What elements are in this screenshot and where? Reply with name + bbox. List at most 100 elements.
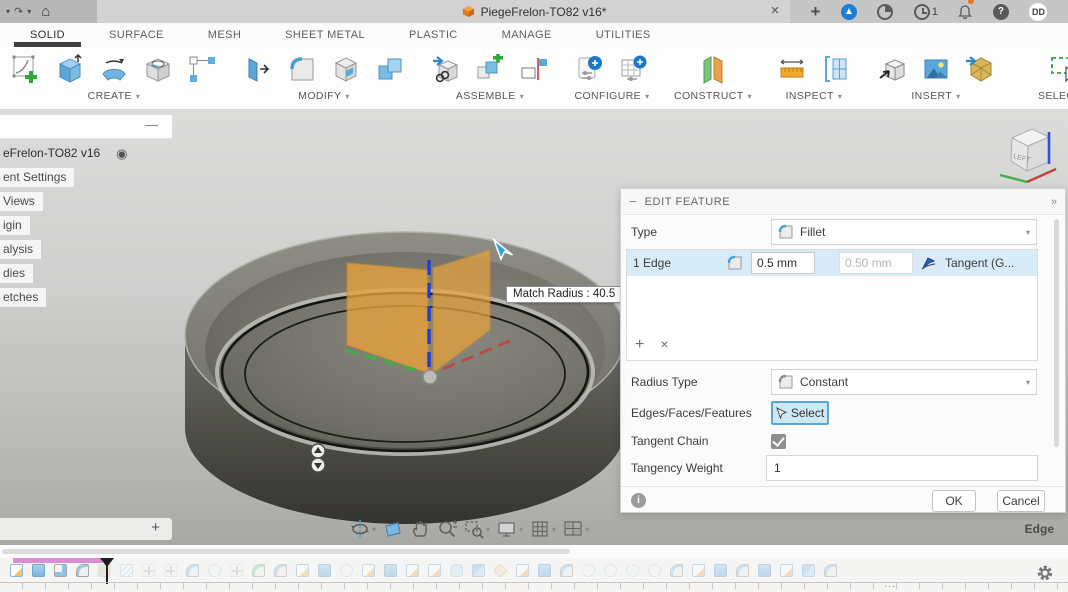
timeline-feature[interactable] xyxy=(582,564,595,577)
timeline-feature[interactable] xyxy=(318,564,331,577)
hole-icon[interactable] xyxy=(142,53,174,85)
revolve-icon[interactable] xyxy=(98,53,130,85)
chevron-down-icon[interactable]: ▾ xyxy=(552,525,556,534)
timeline-feature[interactable] xyxy=(32,564,45,577)
group-modify-label[interactable]: MODIFY xyxy=(298,90,341,102)
configuration-table-icon[interactable] xyxy=(618,53,650,85)
tab-mesh[interactable]: MESH xyxy=(186,23,263,47)
info-icon[interactable]: i xyxy=(631,493,646,508)
timeline-feature[interactable] xyxy=(780,564,793,577)
browser-item-sketches[interactable]: etches xyxy=(0,287,172,307)
timeline-feature[interactable] xyxy=(648,564,661,577)
browser-item-origin[interactable]: igin xyxy=(0,215,172,235)
add-icon[interactable]: + xyxy=(151,519,160,536)
canvas-image-icon[interactable] xyxy=(920,53,952,85)
chevron-down-icon[interactable]: ▾ xyxy=(748,92,752,101)
chevron-down-icon[interactable]: ▾ xyxy=(372,525,376,534)
construct-plane-icon[interactable] xyxy=(697,53,729,85)
timeline-feature[interactable] xyxy=(604,564,617,577)
group-select-label[interactable]: SELECT xyxy=(1038,90,1068,102)
timeline-feature[interactable] xyxy=(120,564,133,577)
chevron-down-icon[interactable]: ▾ xyxy=(519,525,523,534)
display-settings-icon[interactable]: ▾ xyxy=(497,519,523,539)
shell-icon[interactable] xyxy=(330,53,362,85)
timeline-feature[interactable] xyxy=(142,564,155,577)
add-edge-set-icon[interactable]: + xyxy=(635,336,644,354)
joint-icon[interactable] xyxy=(474,53,506,85)
browser-item-bodies[interactable]: dies xyxy=(0,263,172,283)
edge-set-row[interactable]: 1 Edge Tangent (G... xyxy=(627,250,1037,276)
chevron-down-icon[interactable]: ▾ xyxy=(520,92,524,101)
group-construct-label[interactable]: CONSTRUCT xyxy=(674,90,744,102)
insert-mesh-icon[interactable] xyxy=(964,53,996,85)
radius-type-dropdown[interactable]: Constant ▾ xyxy=(771,369,1037,395)
type-dropdown[interactable]: Fillet ▾ xyxy=(771,219,1037,245)
timeline-feature[interactable] xyxy=(274,564,287,577)
timeline-feature[interactable] xyxy=(10,564,23,577)
measure-icon[interactable] xyxy=(776,53,808,85)
timeline-feature[interactable] xyxy=(714,564,727,577)
timeline-feature[interactable] xyxy=(406,564,419,577)
tab-utilities[interactable]: UTILITIES xyxy=(574,23,673,47)
browser-item-named-views[interactable]: Views xyxy=(0,191,172,211)
tangent-chain-checkbox[interactable] xyxy=(771,434,786,449)
pattern-icon[interactable] xyxy=(186,53,218,85)
timeline-ruler[interactable] xyxy=(0,582,1068,592)
avatar[interactable]: DD xyxy=(1029,0,1047,23)
chevron-down-icon[interactable]: ▾ xyxy=(486,525,490,534)
browser-item-document[interactable]: eFrelon-TO82 v16 ◉ xyxy=(0,143,172,163)
orbit-icon[interactable]: ▾ xyxy=(350,519,376,539)
tab-surface[interactable]: SURFACE xyxy=(87,23,186,47)
grid-settings-icon[interactable]: ▾ xyxy=(530,519,556,539)
timeline-feature[interactable] xyxy=(802,564,815,577)
viewcube[interactable]: LEFT xyxy=(992,118,1066,194)
timeline-feature[interactable] xyxy=(736,564,749,577)
timeline-settings-gear-icon[interactable] xyxy=(1036,564,1054,582)
timeline-feature[interactable] xyxy=(670,564,683,577)
fillet-icon[interactable] xyxy=(286,53,318,85)
tab-manage[interactable]: MANAGE xyxy=(480,23,574,47)
radius-secondary-input[interactable] xyxy=(839,252,913,274)
timeline-feature[interactable] xyxy=(384,564,397,577)
radius-input[interactable] xyxy=(751,252,815,274)
zoom-window-icon[interactable]: ▾ xyxy=(464,519,490,539)
timeline-feature[interactable] xyxy=(230,564,243,577)
active-document-radio-icon[interactable]: ◉ xyxy=(116,147,127,160)
timeline-feature[interactable] xyxy=(560,564,573,577)
remove-edge-set-icon[interactable]: × xyxy=(660,336,668,354)
group-inspect-label[interactable]: INSPECT xyxy=(786,90,834,102)
timeline-feature[interactable] xyxy=(54,564,67,577)
look-at-icon[interactable] xyxy=(383,519,403,539)
dialog-scrollbar[interactable] xyxy=(1054,219,1059,447)
chevron-down-icon[interactable]: ▾ xyxy=(956,92,960,101)
timeline-playhead[interactable] xyxy=(100,558,114,584)
extrude-icon[interactable] xyxy=(54,53,86,85)
new-document-icon[interactable]: + xyxy=(810,0,820,23)
timeline-feature[interactable] xyxy=(208,564,221,577)
browser-item-analysis[interactable]: alysis xyxy=(0,239,172,259)
timeline-feature[interactable] xyxy=(824,564,837,577)
timeline-feature[interactable] xyxy=(516,564,529,577)
bell-icon[interactable] xyxy=(958,0,972,23)
timeline-feature[interactable] xyxy=(538,564,551,577)
timeline-feature[interactable] xyxy=(340,564,353,577)
timeline-hscrollbar[interactable] xyxy=(2,549,570,554)
chevron-down-icon[interactable]: ▾ xyxy=(645,92,649,101)
timeline-feature[interactable] xyxy=(428,564,441,577)
origin-point[interactable] xyxy=(423,370,437,384)
timeline-feature[interactable] xyxy=(76,564,89,577)
timeline-feature[interactable] xyxy=(164,564,177,577)
viewports-icon[interactable]: ▾ xyxy=(563,519,589,539)
close-document-icon[interactable]: × xyxy=(760,0,790,23)
cancel-button[interactable]: Cancel xyxy=(997,490,1045,512)
create-sketch-icon[interactable] xyxy=(10,53,42,85)
dialog-header[interactable]: − EDIT FEATURE » xyxy=(621,189,1065,215)
group-insert-label[interactable]: INSERT xyxy=(911,90,952,102)
combine-icon[interactable] xyxy=(374,53,406,85)
chevron-down-icon[interactable]: ▾ xyxy=(345,92,349,101)
job-status-icon[interactable]: ▲ xyxy=(841,0,857,23)
browser-minimize-icon[interactable]: — xyxy=(145,117,158,132)
collapse-icon[interactable]: − xyxy=(629,194,637,209)
chevron-down-icon[interactable]: ▾ xyxy=(585,525,589,534)
tangency-weight-input[interactable] xyxy=(766,455,1038,481)
